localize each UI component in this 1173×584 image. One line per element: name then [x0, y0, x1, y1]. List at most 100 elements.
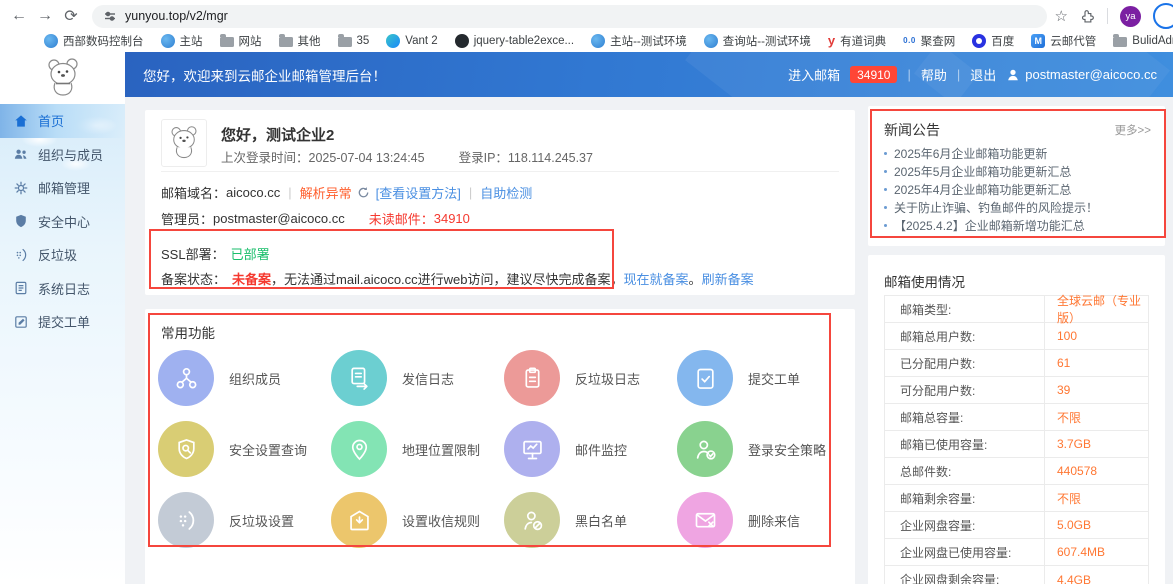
bookmark-youdao[interactable]: y有道词典 [828, 33, 886, 49]
url-text[interactable]: yunyou.top/v2/mgr [125, 9, 228, 23]
bookmark-folder-bulidadmin[interactable]: BulidAdmin [1113, 35, 1173, 47]
news-more-link[interactable]: 更多>> [1115, 122, 1151, 138]
sidebar-item-org-members[interactable]: 组织与成员 [0, 138, 125, 172]
header-divider: | [957, 67, 960, 82]
divider: | [469, 185, 472, 200]
account-email: postmaster@aicoco.cc [1025, 67, 1157, 82]
function-org-members[interactable]: 组织成员 [158, 350, 331, 406]
bookmark-folder-qita[interactable]: 其他 [279, 33, 321, 49]
table-row: 企业网盘剩余容量:4.4GB [885, 566, 1148, 584]
beian-status: 未备案 [232, 269, 271, 288]
security-query-icon [158, 421, 214, 477]
view-setup-link[interactable]: [查看设置方法] [376, 183, 461, 202]
browser-toolbar: ← → ⟳ yunyou.top/v2/mgr ☆ ya [0, 0, 1173, 29]
ssl-row: SSL部署： 已部署 [161, 244, 270, 263]
beian-refresh-link[interactable]: 刷新备案 [702, 269, 754, 288]
users-icon [13, 146, 29, 162]
toolbar-divider [1107, 8, 1108, 24]
forward-button[interactable]: → [32, 4, 58, 28]
reload-button[interactable]: ⟳ [58, 4, 84, 28]
beian-period: 。 [689, 269, 702, 288]
folder-icon [220, 37, 234, 47]
news-item[interactable]: 2025年4月企业邮箱功能更新汇总 [884, 180, 1155, 198]
sidebar-item-submit-ticket[interactable]: 提交工单 [0, 305, 125, 339]
function-antispam-log[interactable]: 反垃圾日志 [504, 350, 677, 406]
sidebar: 首页 组织与成员 邮箱管理 安全中心 [0, 52, 125, 584]
back-button[interactable]: ← [6, 4, 32, 28]
bookmark-jquery-table2excel[interactable]: jquery-table2exce... [455, 34, 574, 48]
news-item[interactable]: 2025年5月企业邮箱功能更新汇总 [884, 162, 1155, 180]
beian-text: ，无法通过mail.aicoco.cc进行web访问，建议尽快完成备案， [271, 269, 624, 288]
sidebar-item-home[interactable]: 首页 [0, 104, 125, 138]
common-functions-card: 常用功能 组织成员 发信日志 反垃圾日志 提交工单 [145, 309, 855, 584]
bookmark-chaxunzhan-test[interactable]: 查询站--测试环境 [704, 33, 811, 49]
function-send-log[interactable]: 发信日志 [331, 350, 504, 406]
yunmail-icon: M [1031, 34, 1045, 48]
domain-value: aicoco.cc [226, 185, 280, 200]
sidebar-item-mailbox-mgmt[interactable]: 邮箱管理 [0, 171, 125, 205]
browser-account-ring[interactable] [1153, 3, 1173, 29]
extensions-icon[interactable] [1080, 9, 1095, 24]
function-delete-incoming[interactable]: 删除来信 [677, 492, 850, 548]
self-check-link[interactable]: 自助检测 [480, 183, 532, 202]
bookmark-xibushuma[interactable]: 西部数码控制台 [44, 33, 144, 49]
welcome-card: 您好，测试企业2 上次登录时间：2025-07-04 13:24:45登录IP：… [145, 110, 855, 295]
table-row: 企业网盘容量:5.0GB [885, 512, 1148, 539]
sidebar-item-security-center[interactable]: 安全中心 [0, 205, 125, 239]
header-divider: | [907, 67, 910, 82]
shield-icon [13, 213, 29, 229]
address-bar[interactable]: yunyou.top/v2/mgr [92, 5, 1047, 28]
site-info-icon[interactable] [104, 10, 116, 22]
news-item[interactable]: 2025年6月企业邮箱功能更新 [884, 144, 1155, 162]
function-blackwhite-list[interactable]: 黑白名单 [504, 492, 677, 548]
dns-refresh-icon[interactable] [357, 186, 370, 199]
sidebar-item-antispam[interactable]: 反垃圾 [0, 238, 125, 272]
news-item[interactable]: 【2025.4.2】企业邮箱新增功能汇总 [884, 216, 1155, 234]
last-login-value: 2025-07-04 13:24:45 [309, 151, 425, 165]
bookmark-yunyou-daiguan[interactable]: M云邮代管 [1031, 33, 1096, 49]
folder-icon [338, 37, 352, 47]
bookmark-folder-35[interactable]: 35 [338, 35, 370, 47]
account-menu[interactable]: postmaster@aicoco.cc [1006, 67, 1157, 82]
github-icon [455, 34, 469, 48]
unread-count-badge: 34910 [850, 66, 897, 83]
beian-row: 备案状态： 未备案 ，无法通过mail.aicoco.cc进行web访问，建议尽… [161, 269, 754, 288]
function-submit-ticket[interactable]: 提交工单 [677, 350, 850, 406]
folder-icon [279, 37, 293, 47]
browser-profile-avatar[interactable]: ya [1120, 6, 1141, 27]
bookmark-folder-wangzhan[interactable]: 网站 [220, 33, 262, 49]
bookmark-zhuzhan-test[interactable]: 主站--测试环境 [591, 33, 687, 49]
sidebar-nav: 首页 组织与成员 邮箱管理 安全中心 [0, 104, 125, 584]
mailbox-usage-card: 邮箱使用情况 邮箱类型:全球云邮（专业版） 邮箱总用户数:100 已分配用户数:… [868, 255, 1165, 584]
beian-label: 备案状态： [161, 269, 226, 288]
function-antispam-settings[interactable]: 反垃圾设置 [158, 492, 331, 548]
antispam-settings-icon [158, 492, 214, 548]
login-ip-value: 118.114.245.37 [508, 151, 593, 165]
news-card: 新闻公告 更多>> 2025年6月企业邮箱功能更新 2025年5月企业邮箱功能更… [868, 106, 1165, 246]
help-link[interactable]: 帮助 [921, 65, 947, 84]
site-icon [591, 34, 605, 48]
function-mail-monitor[interactable]: 邮件监控 [504, 421, 677, 477]
function-login-policy[interactable]: 登录安全策略 [677, 421, 850, 477]
bookmark-star-icon[interactable]: ☆ [1055, 7, 1068, 25]
news-item[interactable]: 关于防止诈骗、钓鱼邮件的风险提示！ [884, 198, 1155, 216]
app-logo[interactable] [0, 52, 125, 104]
logout-link[interactable]: 退出 [970, 65, 996, 84]
enter-mailbox-link[interactable]: 进入邮箱 [788, 65, 840, 84]
bookmark-zhuzhan[interactable]: 主站 [161, 33, 203, 49]
bookmark-juchawang[interactable]: 0.0聚查网 [903, 33, 955, 49]
login-ip-label: 登录IP： [459, 151, 508, 165]
youdao-icon: y [828, 34, 835, 48]
unread-mail-label: 未读邮件： [369, 209, 434, 228]
bookmark-vant[interactable]: Vant 2 [386, 34, 437, 48]
bookmark-baidu[interactable]: 百度 [972, 33, 1014, 49]
function-geo-restriction[interactable]: 地理位置限制 [331, 421, 504, 477]
dns-status: 解析异常 [300, 183, 352, 202]
functions-grid: 组织成员 发信日志 反垃圾日志 提交工单 安全设置查询 [158, 350, 850, 548]
blackwhite-list-icon [504, 492, 560, 548]
main-content: 您好，测试企业2 上次登录时间：2025-07-04 13:24:45登录IP：… [125, 97, 1173, 584]
beian-now-link[interactable]: 现在就备案 [624, 269, 689, 288]
function-security-query[interactable]: 安全设置查询 [158, 421, 331, 477]
function-receive-rules[interactable]: 设置收信规则 [331, 492, 504, 548]
sidebar-item-system-log[interactable]: 系统日志 [0, 272, 125, 306]
